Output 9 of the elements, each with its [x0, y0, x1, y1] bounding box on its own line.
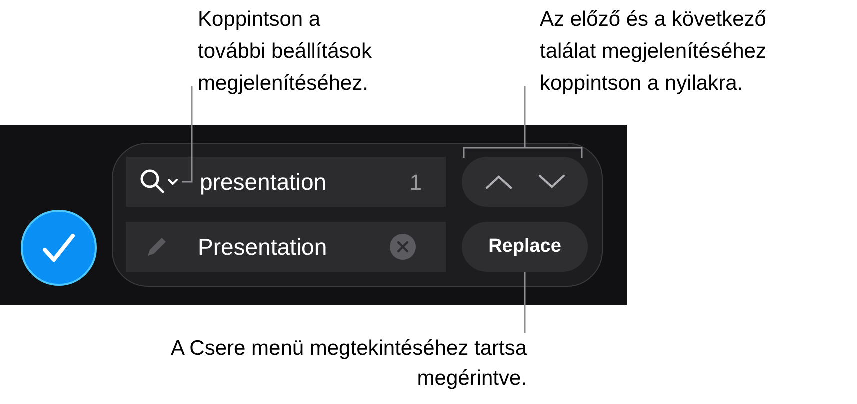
- search-text: presentation: [200, 168, 328, 197]
- callout-text: A Csere menü megtekintéséhez tartsa megérintve.: [170, 336, 527, 392]
- replace-text: Presentation: [198, 232, 328, 262]
- callout-text: Az előző és a következő találat megjelenítéséhez koppintson a nyilakra.: [540, 7, 768, 97]
- search-field[interactable]: presentation 1: [126, 157, 446, 207]
- match-count: 1: [410, 168, 422, 196]
- replace-field[interactable]: Presentation: [126, 222, 446, 272]
- callout-text: Koppintson a további beállítások megjelenítéséhez.: [198, 7, 373, 97]
- replace-button[interactable]: Replace: [462, 222, 588, 272]
